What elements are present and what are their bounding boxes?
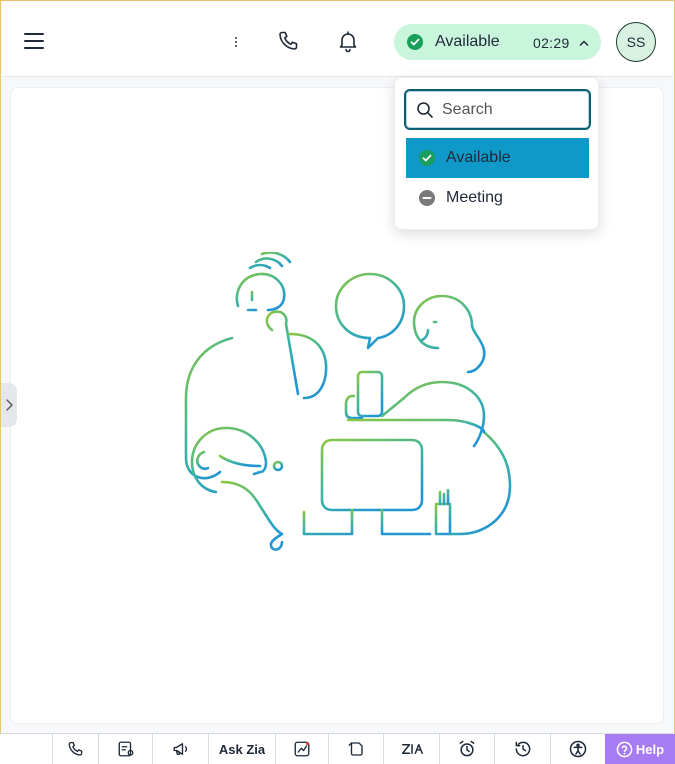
status-dropdown: Available Meeting [394,77,599,230]
status-option-available[interactable]: Available [406,138,589,178]
status-search[interactable] [404,89,591,130]
phone-icon[interactable] [277,29,301,53]
chevron-right-icon [6,399,13,411]
status-selector[interactable]: Available 02:29 [394,24,601,60]
avatar[interactable]: SS [616,22,656,62]
minus-circle-icon [419,190,435,211]
status-option-label: Available [446,149,511,166]
history-icon[interactable] [494,734,550,764]
search-input[interactable] [442,97,582,123]
ask-zia-label: Ask Zia [218,741,266,757]
bottom-toolbar: Ask Zia Help [0,733,675,764]
top-header: Available 02:29 SS [2,2,673,77]
menu-icon[interactable] [24,33,44,49]
status-option-label: Meeting [446,189,503,206]
app-frame: Available 02:29 SS Search Available Meet… [0,0,675,733]
alarm-icon[interactable] [439,734,494,764]
dialer-settings-icon[interactable] [98,734,152,764]
bell-icon[interactable] [336,29,360,53]
status-label: Available [435,33,500,50]
sidebar-expand-tab[interactable] [1,383,17,427]
help-label: Help [635,741,665,757]
accessibility-icon[interactable] [550,734,605,764]
help-button[interactable]: Help [605,734,675,764]
zia-icon[interactable] [383,734,439,764]
more-vertical-icon[interactable] [231,32,241,52]
search-icon [416,101,434,124]
empty-state-illustration [184,252,512,551]
status-timer: 02:29 [533,35,570,51]
status-option-meeting[interactable]: Meeting [406,178,589,218]
avatar-initials: SS [626,34,646,50]
analytics-icon[interactable] [275,734,328,764]
notes-icon[interactable] [328,734,383,764]
help-icon [616,741,633,757]
check-circle-icon [419,150,435,171]
check-circle-icon [407,34,423,55]
calls-icon[interactable] [52,734,98,764]
campaign-icon[interactable] [152,734,208,764]
ask-zia-button[interactable]: Ask Zia [208,734,275,764]
chevron-up-icon [578,36,590,54]
